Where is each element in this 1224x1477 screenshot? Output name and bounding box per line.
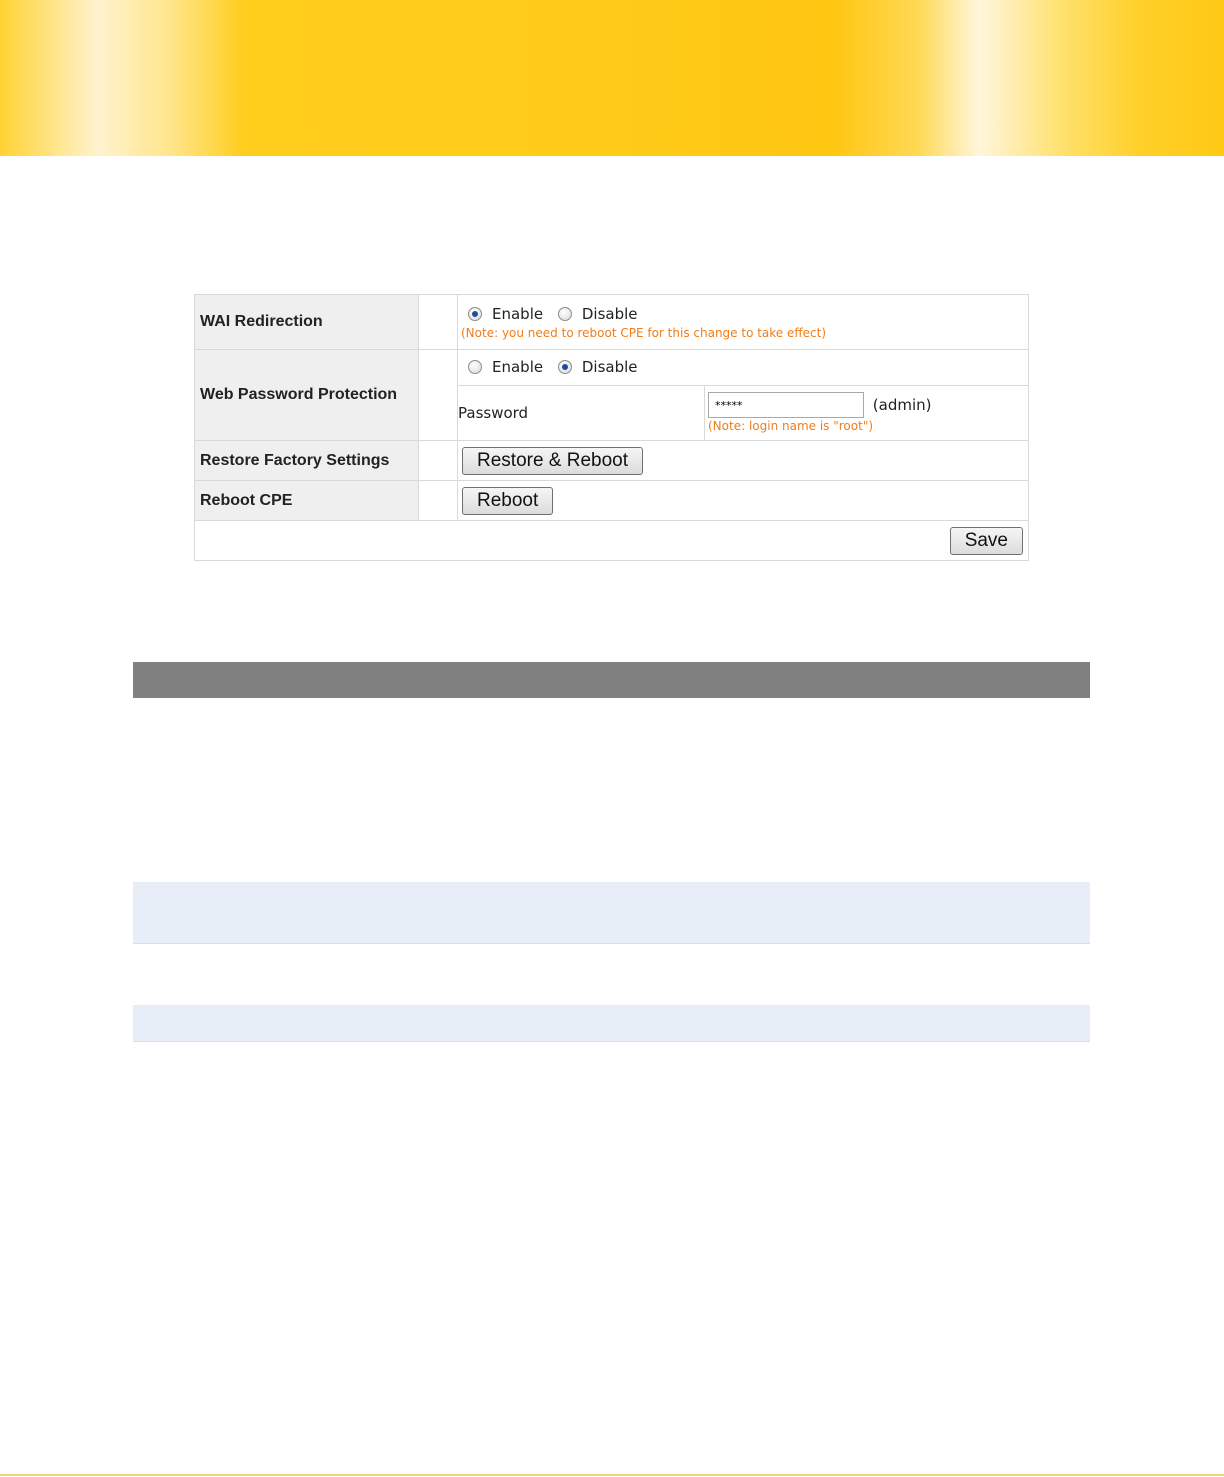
password-input[interactable] xyxy=(708,392,864,418)
wai-enable-label: Enable xyxy=(492,305,544,323)
password-note: (Note: login name is "root") xyxy=(708,419,874,433)
table-row-band xyxy=(133,882,1090,944)
password-cell: (admin) (Note: login name is "root") xyxy=(704,385,1029,441)
wai-disable-option[interactable]: Disable xyxy=(557,305,638,323)
section-header-bar xyxy=(133,662,1090,698)
restore-label: Restore Factory Settings xyxy=(194,440,419,481)
page: WAI Redirection Enable Disable (Note: yo… xyxy=(0,0,1224,1477)
web-password-disable-radio[interactable] xyxy=(557,359,572,374)
web-password-enable-radio[interactable] xyxy=(468,359,482,374)
web-password-disable-option[interactable]: Disable xyxy=(557,357,638,376)
wai-disable-label: Disable xyxy=(581,305,638,323)
wai-redirection-label: WAI Redirection xyxy=(194,294,419,350)
save-button[interactable]: Save xyxy=(949,526,1023,555)
web-password-controls: Enable Disable xyxy=(457,349,1029,386)
web-password-label: Web Password Protection xyxy=(194,349,419,441)
restore-reboot-button[interactable]: Restore & Reboot xyxy=(462,446,644,475)
reboot-label: Reboot CPE xyxy=(194,480,419,521)
web-password-enable-label: Enable xyxy=(492,357,544,376)
wai-disable-radio[interactable] xyxy=(557,307,572,321)
spacer-cell xyxy=(418,294,458,350)
web-password-disable-label: Disable xyxy=(581,357,638,376)
page-bottom-rule xyxy=(0,1474,1224,1476)
reboot-row: Reboot CPE Reboot xyxy=(194,480,1029,521)
restore-controls: Restore & Reboot xyxy=(457,440,1029,481)
wai-enable-radio[interactable] xyxy=(468,307,482,321)
web-password-row: Web Password Protection Enable Disable xyxy=(194,349,1029,441)
settings-table: WAI Redirection Enable Disable (Note: yo… xyxy=(194,294,1029,561)
spacer-cell xyxy=(418,440,458,481)
password-label: Password xyxy=(457,385,705,441)
wai-redirection-note: (Note: you need to reboot CPE for this c… xyxy=(461,326,827,340)
wai-redirection-row: WAI Redirection Enable Disable (Note: yo… xyxy=(194,294,1029,350)
spacer-cell xyxy=(418,349,458,441)
wai-enable-option[interactable]: Enable xyxy=(468,305,543,323)
table-row-band xyxy=(133,1005,1090,1042)
header-banner xyxy=(0,0,1224,156)
save-row: Save xyxy=(194,520,1029,561)
web-password-enable-option[interactable]: Enable xyxy=(468,358,543,376)
spacer-cell xyxy=(418,480,458,521)
save-cell: Save xyxy=(194,520,1029,561)
reboot-controls: Reboot xyxy=(457,480,1029,521)
reboot-button[interactable]: Reboot xyxy=(462,486,554,515)
restore-row: Restore Factory Settings Restore & Reboo… xyxy=(194,440,1029,481)
wai-redirection-controls: Enable Disable (Note: you need to reboot… xyxy=(457,294,1029,350)
password-hint: (admin) xyxy=(872,395,932,414)
